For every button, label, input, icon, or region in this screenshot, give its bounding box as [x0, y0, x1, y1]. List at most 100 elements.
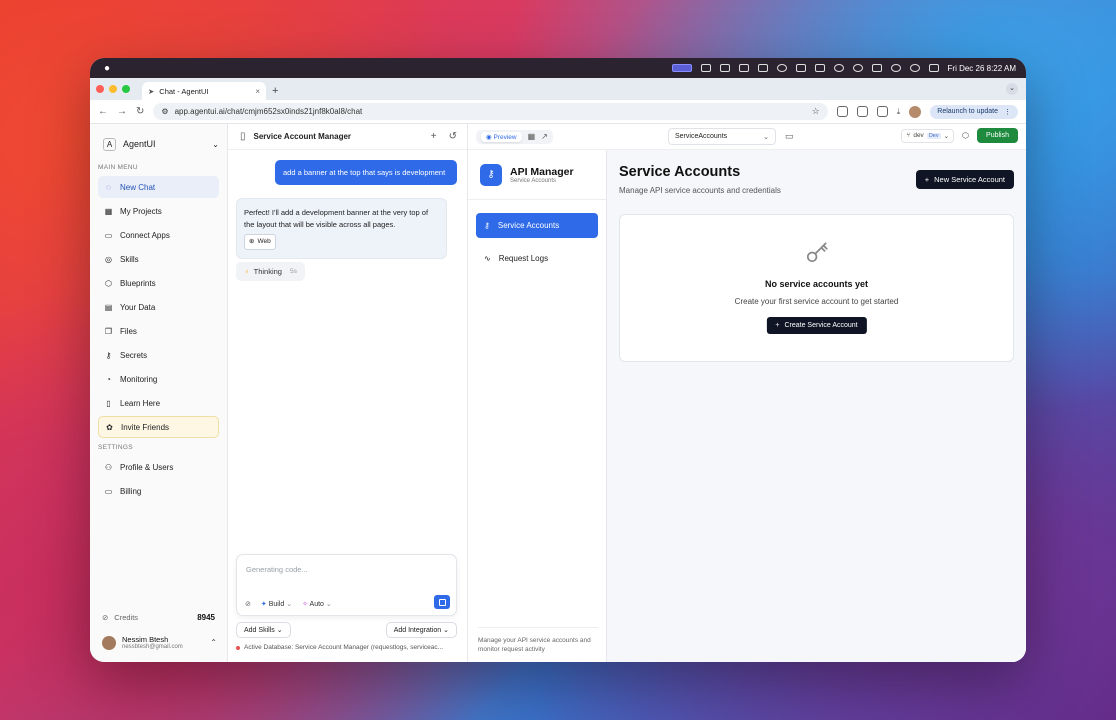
battery-icon[interactable] [871, 64, 882, 72]
sidebar-item-your-data[interactable]: ▤ Your Data [98, 296, 219, 318]
notion-icon[interactable] [719, 64, 730, 72]
preview-app-subtitle: Service Accounts [510, 177, 557, 184]
control-center-icon[interactable] [928, 64, 939, 72]
columns-icon[interactable] [814, 64, 825, 72]
bookmark-star-icon[interactable]: ☆ [812, 106, 820, 117]
stop-button[interactable] [434, 595, 450, 609]
compass-icon: ◎ [105, 254, 112, 264]
sidebar-item-skills[interactable]: ◎ Skills [98, 248, 219, 270]
add-skills-button[interactable]: Add Skills ⌄ [236, 622, 291, 638]
maximize-window-button[interactable] [122, 85, 130, 93]
sidebar-item-my-projects[interactable]: ▦ My Projects [98, 200, 219, 222]
info-icon[interactable] [700, 64, 711, 72]
book-icon: ▯ [106, 398, 111, 408]
site-info-icon[interactable]: ⚙ [161, 107, 168, 116]
reload-icon[interactable]: ↻ [136, 106, 144, 117]
app-icon[interactable] [795, 64, 806, 72]
thinking-indicator[interactable]: ♀ Thinking 5s [236, 262, 305, 281]
open-external-icon[interactable]: ↗ [541, 132, 548, 141]
sidebar-item-new-chat[interactable]: ◌ New Chat [98, 176, 219, 198]
wifi-icon[interactable] [890, 64, 901, 72]
toggle-sidebar-icon[interactable]: ▯ [240, 131, 246, 142]
build-mode-selector[interactable]: ✦ Build ⌄ [261, 600, 292, 608]
sidebar-item-learn-here[interactable]: ▯ Learn Here [98, 392, 219, 414]
active-database-text: Active Database: Service Account Manager… [244, 644, 444, 651]
sidebar-item-label: Secrets [120, 350, 148, 360]
sidebar-item-connect-apps[interactable]: ▭ Connect Apps [98, 224, 219, 246]
chat-composer[interactable]: Generating code... ⊘ ✦ Build ⌄ ✧ Auto ⌄ [236, 554, 457, 616]
tab-search-icon[interactable]: ⌄ [1006, 83, 1018, 95]
sidebar-item-label: Monitoring [120, 374, 158, 384]
package-icon[interactable]: ⬡ [962, 131, 969, 140]
close-window-button[interactable] [96, 85, 104, 93]
active-database[interactable]: Active Database: Service Account Manager… [236, 644, 457, 651]
route-select[interactable]: ServiceAccounts ⌄ [668, 128, 776, 145]
new-service-account-button[interactable]: + New Service Account [915, 170, 1014, 189]
sidebar-item-label: Files [120, 326, 137, 336]
desktop-view-icon[interactable]: ▭ [785, 131, 794, 142]
workspace-switcher[interactable]: A AgentUI ⌄ [90, 124, 227, 154]
sidebar-item-billing[interactable]: ▭ Billing [98, 480, 219, 502]
chevron-down-icon: ⌄ [943, 132, 950, 140]
sparkle-icon: ✦ [260, 601, 267, 608]
menubar-clock[interactable]: Fri Dec 26 8:22 AM [948, 64, 1016, 73]
history-icon[interactable]: ↺ [449, 131, 457, 142]
settings-label: SETTINGS [98, 444, 133, 451]
nav-request-logs[interactable]: ∿ Request Logs [476, 246, 598, 271]
publish-button[interactable]: Publish [977, 128, 1018, 143]
profile-avatar[interactable] [909, 105, 922, 118]
sidebar-item-invite-friends[interactable]: ✿ Invite Friends [98, 416, 219, 438]
plus-icon: + [775, 322, 780, 329]
sidebar-item-profile-users[interactable]: ⚇ Profile & Users [98, 456, 219, 478]
close-tab-icon[interactable]: × [255, 87, 260, 96]
forward-icon[interactable]: → [117, 106, 127, 117]
browser-tab[interactable]: ➤ Chat - AgentUI × [142, 82, 266, 100]
credits-row: ⊘ Credits 8945 [102, 613, 215, 622]
nav-service-accounts[interactable]: ⚷ Service Accounts [476, 213, 598, 238]
extension-icon[interactable] [836, 106, 848, 117]
url-text: app.agentui.ai/chat/cmjm652sx0inds21jnf8… [174, 107, 363, 116]
sidebar-item-monitoring[interactable]: ◔ Monitoring [98, 368, 219, 390]
branch-selector[interactable]: ⑂ dev Dev ⌄ [901, 128, 955, 143]
assistant-message: Perfect! I'll add a development banner a… [236, 198, 447, 259]
screen-icon[interactable] [671, 64, 692, 72]
sidebar-item-label: Connect Apps [120, 230, 170, 240]
minimize-window-button[interactable] [109, 85, 117, 93]
add-skills-label: Add Skills [244, 627, 275, 634]
model-selector[interactable]: ✧ Auto ⌄ [302, 600, 332, 608]
extension-p-icon[interactable] [856, 106, 868, 117]
new-tab-button[interactable]: + [272, 82, 278, 100]
record-icon[interactable] [852, 64, 863, 72]
puzzle-icon[interactable] [876, 106, 888, 117]
back-icon[interactable]: ← [98, 106, 108, 117]
cloud-icon[interactable] [757, 64, 768, 72]
download-icon[interactable]: ⤓ [897, 107, 901, 117]
sidebar-item-label: My Projects [120, 206, 162, 216]
layers-icon[interactable] [833, 64, 844, 72]
preview-tab[interactable]: ◉ Preview [481, 131, 522, 142]
preview-panel: ◉ Preview ▦ ↗ ServiceAccounts ⌄ ▭ ⑂ dev … [468, 124, 1026, 662]
new-chat-plus-icon[interactable]: + [431, 131, 437, 142]
preview-app-main: Service Accounts Manage API service acco… [607, 150, 1026, 662]
cube-icon[interactable] [738, 64, 749, 72]
gauge-icon: ◔ [106, 374, 111, 384]
add-integration-button[interactable]: Add Integration ⌄ [385, 622, 457, 638]
spotlight-icon[interactable] [909, 64, 920, 72]
create-service-account-button[interactable]: + Create Service Account [766, 317, 867, 334]
attach-icon[interactable]: ⊘ [245, 600, 251, 608]
user-message: add a banner at the top that says is dev… [275, 160, 457, 185]
route-value: ServiceAccounts [675, 133, 728, 140]
mac-menubar: ● Fri Dec 26 8:22 AM [90, 58, 1026, 78]
code-view-icon[interactable]: ▦ [528, 132, 536, 141]
web-badge[interactable]: ⊕ Web [244, 234, 276, 250]
url-field[interactable]: ⚙ app.agentui.ai/chat/cmjm652sx0inds21jn… [153, 103, 828, 120]
apple-icon[interactable]: ● [104, 63, 110, 74]
sidebar-item-files[interactable]: ❐ Files [98, 320, 219, 342]
user-menu[interactable]: Nessim Btesh nessbtesh@gmail.com ⌃ [102, 635, 217, 650]
gear-icon[interactable] [776, 64, 787, 72]
key-icon: ⚷ [484, 221, 490, 230]
sidebar-item-secrets[interactable]: ⚷ Secrets [98, 344, 219, 366]
relaunch-button[interactable]: Relaunch to update ⋮ [930, 104, 1018, 119]
sidebar-item-blueprints[interactable]: ⬡ Blueprints [98, 272, 219, 294]
activity-icon: ∿ [484, 254, 491, 263]
